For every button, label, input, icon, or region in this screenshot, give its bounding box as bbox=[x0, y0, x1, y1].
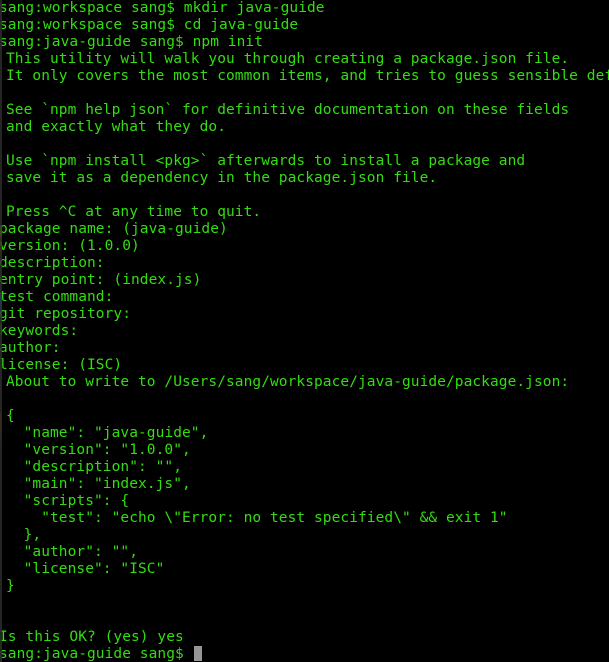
terminal-line: keywords: bbox=[0, 323, 609, 340]
terminal-line: sang:java-guide sang$ bbox=[0, 646, 609, 662]
terminal-line-text: keywords: bbox=[0, 323, 79, 339]
terminal-line: version: (1.0.0) bbox=[0, 238, 609, 255]
terminal-line-text: Use `npm install <pkg>` afterwards to in… bbox=[6, 153, 526, 169]
terminal-line: It only covers the most common items, an… bbox=[6, 68, 609, 85]
terminal-line: and exactly what they do. bbox=[6, 119, 609, 136]
terminal-line: sang:workspace sang$ mkdir java-guide bbox=[0, 0, 609, 17]
terminal-line: "main": "index.js", bbox=[6, 476, 609, 493]
terminal-line-text: description: bbox=[0, 255, 105, 271]
terminal-line-text: sang:workspace sang$ mkdir java-guide bbox=[0, 0, 325, 16]
terminal-line-text: save it as a dependency in the package.j… bbox=[6, 170, 438, 186]
terminal-line-text: version: (1.0.0) bbox=[0, 238, 140, 254]
terminal-line: test command: bbox=[0, 289, 609, 306]
terminal-line: "author": "", bbox=[6, 544, 609, 561]
terminal-line-text: "version": "1.0.0", bbox=[6, 442, 191, 458]
terminal-line-text: Press ^C at any time to quit. bbox=[6, 204, 262, 220]
terminal-line: sang:java-guide sang$ npm init bbox=[0, 34, 609, 51]
terminal-line: package name: (java-guide) bbox=[0, 221, 609, 238]
terminal-line-text: }, bbox=[6, 527, 42, 543]
terminal-line-text: "test": "echo \"Error: no test specified… bbox=[6, 510, 508, 526]
terminal-line: sang:workspace sang$ cd java-guide bbox=[0, 17, 609, 34]
terminal-line-text: This utility will walk you through creat… bbox=[6, 51, 570, 67]
terminal-line: Is this OK? (yes) yes bbox=[0, 629, 609, 646]
terminal-line: } bbox=[6, 578, 609, 595]
terminal-line: entry point: (index.js) bbox=[0, 272, 609, 289]
terminal-line: author: bbox=[0, 340, 609, 357]
terminal-line: "description": "", bbox=[6, 459, 609, 476]
terminal-line-text: About to write to /Users/sang/workspace/… bbox=[6, 374, 570, 390]
terminal-line: About to write to /Users/sang/workspace/… bbox=[6, 374, 609, 391]
terminal-line-text: "name": "java-guide", bbox=[6, 425, 209, 441]
terminal-line: See `npm help json` for definitive docum… bbox=[6, 102, 609, 119]
terminal-line: Use `npm install <pkg>` afterwards to in… bbox=[6, 153, 609, 170]
terminal-line-text: sang:java-guide sang$ npm init bbox=[0, 34, 263, 50]
terminal-line: "name": "java-guide", bbox=[6, 425, 609, 442]
block-cursor bbox=[193, 646, 202, 661]
terminal-line: git repository: bbox=[0, 306, 609, 323]
terminal-line-text: "author": "", bbox=[6, 544, 138, 560]
terminal-line: }, bbox=[6, 527, 609, 544]
terminal-line: "test": "echo \"Error: no test specified… bbox=[6, 510, 609, 527]
terminal-line-text: author: bbox=[0, 340, 61, 356]
terminal-line-text: entry point: (index.js) bbox=[0, 272, 202, 288]
terminal-line: license: (ISC) bbox=[0, 357, 609, 374]
terminal-line-text: sang:java-guide sang$ bbox=[0, 646, 193, 662]
terminal-line-text: git repository: bbox=[0, 306, 131, 322]
terminal-line-text: package name: (java-guide) bbox=[0, 221, 228, 237]
terminal-line: save it as a dependency in the package.j… bbox=[6, 170, 609, 187]
terminal-line: { bbox=[6, 408, 609, 425]
terminal-line-text: "scripts": { bbox=[6, 493, 130, 509]
terminal-line-text: sang:workspace sang$ cd java-guide bbox=[0, 17, 299, 33]
terminal-line: "version": "1.0.0", bbox=[6, 442, 609, 459]
terminal-line: "scripts": { bbox=[6, 493, 609, 510]
terminal-line-text: "description": "", bbox=[6, 459, 182, 475]
terminal-line: description: bbox=[0, 255, 609, 272]
terminal-line: "license": "ISC" bbox=[6, 561, 609, 578]
terminal-window[interactable]: sang:workspace sang$ mkdir java-guide san… bbox=[0, 0, 609, 662]
terminal-line-text: It only covers the most common items, an… bbox=[6, 68, 609, 84]
terminal-line-text: license: (ISC) bbox=[0, 357, 123, 373]
terminal-line-text: See `npm help json` for definitive docum… bbox=[6, 102, 570, 118]
terminal-line: Press ^C at any time to quit. bbox=[6, 204, 609, 221]
terminal-line-text: { bbox=[6, 408, 15, 424]
terminal-line: This utility will walk you through creat… bbox=[6, 51, 609, 68]
terminal-line-text: and exactly what they do. bbox=[6, 119, 226, 135]
terminal-line-text: Is this OK? (yes) yes bbox=[0, 629, 184, 645]
terminal-line-text: "main": "index.js", bbox=[6, 476, 191, 492]
terminal-line-text: test command: bbox=[0, 289, 114, 305]
terminal-line-text: } bbox=[6, 578, 15, 594]
terminal-line-text: "license": "ISC" bbox=[6, 561, 165, 577]
terminal-screen-output[interactable]: sang:workspace sang$ mkdir java-guide san… bbox=[0, 0, 609, 662]
